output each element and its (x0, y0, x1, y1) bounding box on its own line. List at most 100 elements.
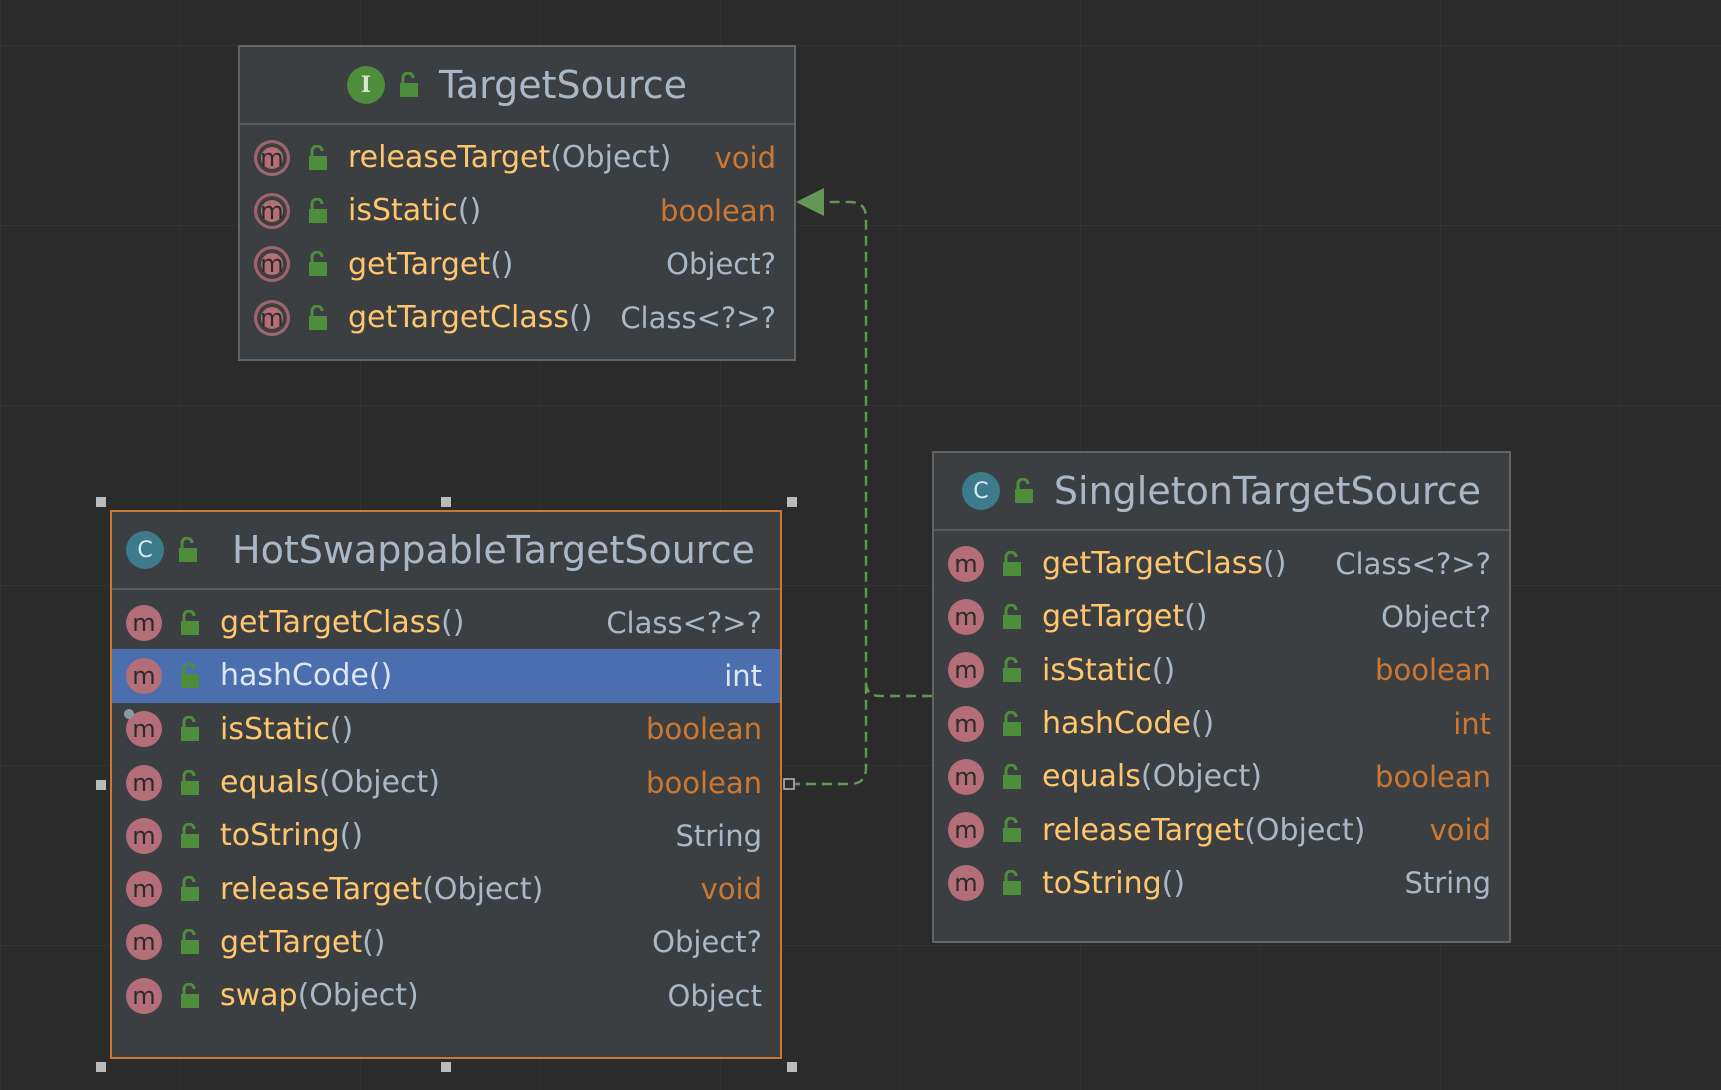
method-name: toString (220, 818, 340, 854)
return-type: boolean (660, 193, 776, 228)
class-node-hotswappabletargetsource[interactable]: C HotSwappableTargetSource m getTargetCla… (110, 510, 782, 1059)
method-params: (Object) (1140, 759, 1262, 795)
return-type: boolean (646, 712, 762, 747)
method-row[interactable]: m equals (Object) boolean (112, 756, 780, 809)
method-row[interactable]: m getTargetClass() Class<?>? (112, 596, 780, 649)
method-name: isStatic (1042, 652, 1152, 688)
method-name: equals (1042, 759, 1141, 795)
method-list: m releaseTarget (Object) void m isStatic() boo… (240, 125, 794, 344)
method-row[interactable]: m getTarget() Object? (934, 590, 1509, 643)
method-params: () (329, 711, 354, 747)
method-icon: m (948, 652, 984, 689)
resize-handle-top-right[interactable] (787, 497, 797, 507)
method-icon: m (126, 924, 162, 961)
method-row[interactable]: m releaseTarget (Object) void (934, 803, 1509, 856)
method-row[interactable]: m getTargetClass() Class<?>? (240, 291, 794, 344)
public-visibility-icon (1003, 710, 1021, 736)
return-type: Object? (666, 247, 776, 282)
resize-handle-left[interactable] (96, 780, 106, 790)
method-icon: m (948, 758, 984, 795)
method-name: equals (220, 765, 319, 801)
method-icon: m (126, 817, 162, 854)
method-row[interactable]: m toString() String (112, 809, 780, 862)
method-params: () (1190, 706, 1215, 742)
public-visibility-icon (309, 144, 327, 170)
method-row[interactable]: m isStatic() boolean (112, 703, 780, 756)
method-name: releaseTarget (220, 871, 423, 907)
return-type: Object? (1381, 599, 1491, 634)
method-params: (Object) (297, 978, 419, 1014)
method-icon: m (254, 192, 290, 229)
method-row[interactable]: m releaseTarget (Object) void (240, 131, 794, 184)
method-row[interactable]: m equals (Object) boolean (934, 750, 1509, 803)
interface-icon: I (346, 66, 385, 104)
return-type: void (700, 872, 762, 907)
node-header[interactable]: I TargetSource (240, 47, 794, 125)
class-node-singletontargetsource[interactable]: C SingletonTargetSource m getTargetClass(… (932, 451, 1511, 943)
override-marker-icon (124, 708, 134, 719)
edge-anchor-handle[interactable] (783, 778, 795, 790)
return-type: Class<?>? (620, 300, 776, 335)
diagram-canvas[interactable]: I TargetSource m releaseTarget (Object) voi… (0, 0, 1721, 1090)
resize-handle-bottom-right[interactable] (787, 1062, 797, 1072)
method-params: () (1151, 652, 1176, 688)
public-visibility-icon (179, 537, 197, 562)
method-list: m getTargetClass() Class<?>? m hashCode() int… (112, 590, 780, 1022)
method-params: () (457, 193, 482, 229)
method-name: getTarget (1042, 599, 1185, 635)
method-row[interactable]: m isStatic() boolean (240, 184, 794, 237)
public-visibility-icon (399, 72, 418, 97)
method-row[interactable]: m getTargetClass() Class<?>? (934, 537, 1509, 590)
method-params: (Object) (1244, 812, 1366, 848)
method-icon: m (126, 764, 162, 801)
return-type: Class<?>? (1335, 546, 1491, 581)
class-icon: C (961, 472, 1000, 510)
public-visibility-icon (181, 929, 199, 955)
public-visibility-icon (309, 251, 327, 277)
method-name: getTarget (220, 924, 363, 960)
method-params: () (569, 300, 593, 336)
return-type: boolean (1375, 759, 1491, 794)
method-row[interactable]: m getTarget() Object? (112, 916, 780, 969)
edge-hotswappable-implements[interactable] (790, 200, 868, 786)
method-row[interactable]: m hashCode() int (934, 697, 1509, 750)
method-params: () (339, 818, 364, 854)
public-visibility-icon (1014, 478, 1033, 503)
method-icon: m (254, 139, 290, 176)
public-visibility-icon (1003, 550, 1021, 576)
edge-singleton-implements[interactable] (864, 681, 932, 698)
method-row[interactable]: m releaseTarget (Object) void (112, 862, 780, 915)
method-row[interactable]: m toString() String (934, 857, 1509, 910)
method-icon: m (948, 865, 984, 902)
public-visibility-icon (1003, 817, 1021, 843)
public-visibility-icon (181, 982, 199, 1008)
public-visibility-icon (181, 822, 199, 848)
method-name: hashCode (220, 658, 369, 694)
method-row[interactable]: m getTarget() Object? (240, 238, 794, 291)
resize-handle-bottom[interactable] (441, 1062, 451, 1072)
public-visibility-icon (309, 304, 327, 330)
method-icon: m (948, 598, 984, 635)
method-params: (Object) (550, 140, 672, 176)
return-type: boolean (646, 765, 762, 800)
method-row[interactable]: m hashCode() int (112, 649, 780, 703)
method-name: getTarget (348, 246, 491, 282)
method-name: getTargetClass (348, 300, 570, 336)
method-params: (Object) (422, 871, 544, 907)
method-icon: m (254, 246, 290, 283)
method-name: toString (1042, 865, 1162, 901)
method-params: () (490, 246, 514, 282)
method-row[interactable]: m isStatic() boolean (934, 644, 1509, 697)
resize-handle-top-left[interactable] (96, 497, 106, 507)
method-row[interactable]: m swap (Object) Object (112, 969, 780, 1022)
resize-handle-top[interactable] (441, 497, 451, 507)
method-icon: m (948, 705, 984, 742)
interface-node-targetsource[interactable]: I TargetSource m releaseTarget (Object) voi… (238, 45, 796, 361)
method-icon: m (254, 299, 290, 336)
public-visibility-icon (1003, 603, 1021, 629)
public-visibility-icon (309, 197, 327, 223)
node-header[interactable]: C SingletonTargetSource (934, 453, 1509, 531)
return-type: boolean (1375, 653, 1491, 688)
node-header[interactable]: C HotSwappableTargetSource (112, 512, 780, 590)
resize-handle-bottom-left[interactable] (96, 1062, 106, 1072)
